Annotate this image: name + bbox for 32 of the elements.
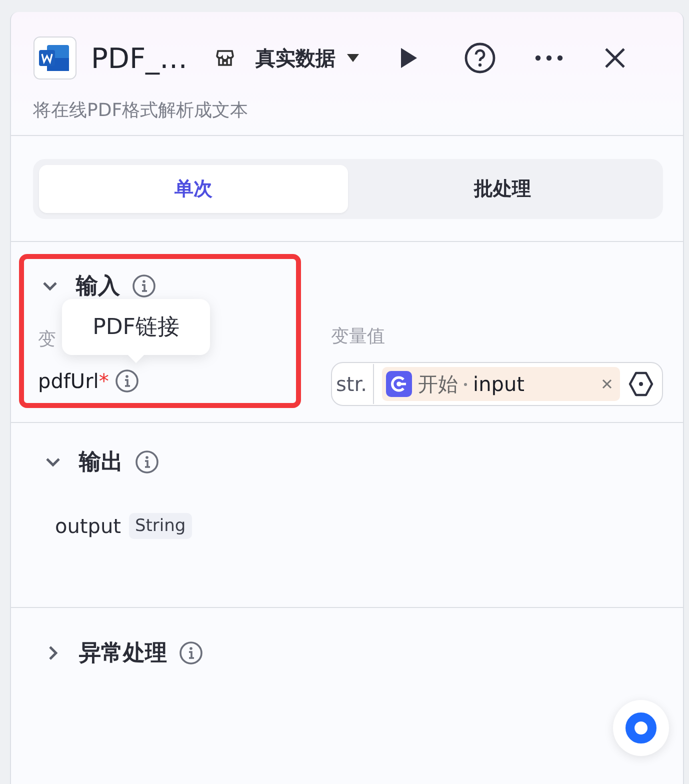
more-icon[interactable]: [534, 54, 564, 62]
variable-name: input: [473, 372, 524, 396]
tab[interactable]: 批处理: [348, 165, 657, 213]
node-title: PDF_…: [91, 42, 188, 74]
section-title: 输入: [76, 273, 120, 301]
mode-dropdown[interactable]: 真实数据: [256, 44, 360, 72]
section-title: 异常处理: [79, 640, 167, 668]
info-icon[interactable]: [179, 641, 203, 665]
hexagon-icon[interactable]: [628, 371, 654, 397]
source-label: 开始: [418, 370, 458, 398]
close-icon[interactable]: [604, 47, 626, 69]
type-label: str.: [336, 364, 374, 404]
node-description: 将在线PDF格式解析成文本: [33, 99, 250, 122]
clear-icon[interactable]: [602, 379, 612, 389]
value-field[interactable]: str. 开始 input: [331, 362, 663, 406]
caret-icon: [346, 53, 360, 63]
info-icon[interactable]: [135, 450, 159, 474]
section-title: 输出: [79, 449, 123, 477]
parameter-name: pdfUrl*: [38, 369, 109, 393]
info-icon[interactable]: [132, 274, 156, 298]
start-node-icon: [386, 371, 412, 397]
info-icon[interactable]: [114, 369, 139, 393]
help-icon[interactable]: [464, 42, 496, 74]
tooltip: PDF链接: [62, 299, 210, 363]
column-label: 变量值: [331, 325, 386, 348]
ring-icon: [625, 712, 657, 744]
type-tag: String: [128, 513, 192, 539]
output-name: output: [55, 514, 121, 538]
column-label: 变: [38, 328, 57, 351]
word-document-icon: [33, 36, 77, 80]
tab[interactable]: 单次: [39, 165, 348, 213]
store-icon[interactable]: [214, 47, 236, 69]
